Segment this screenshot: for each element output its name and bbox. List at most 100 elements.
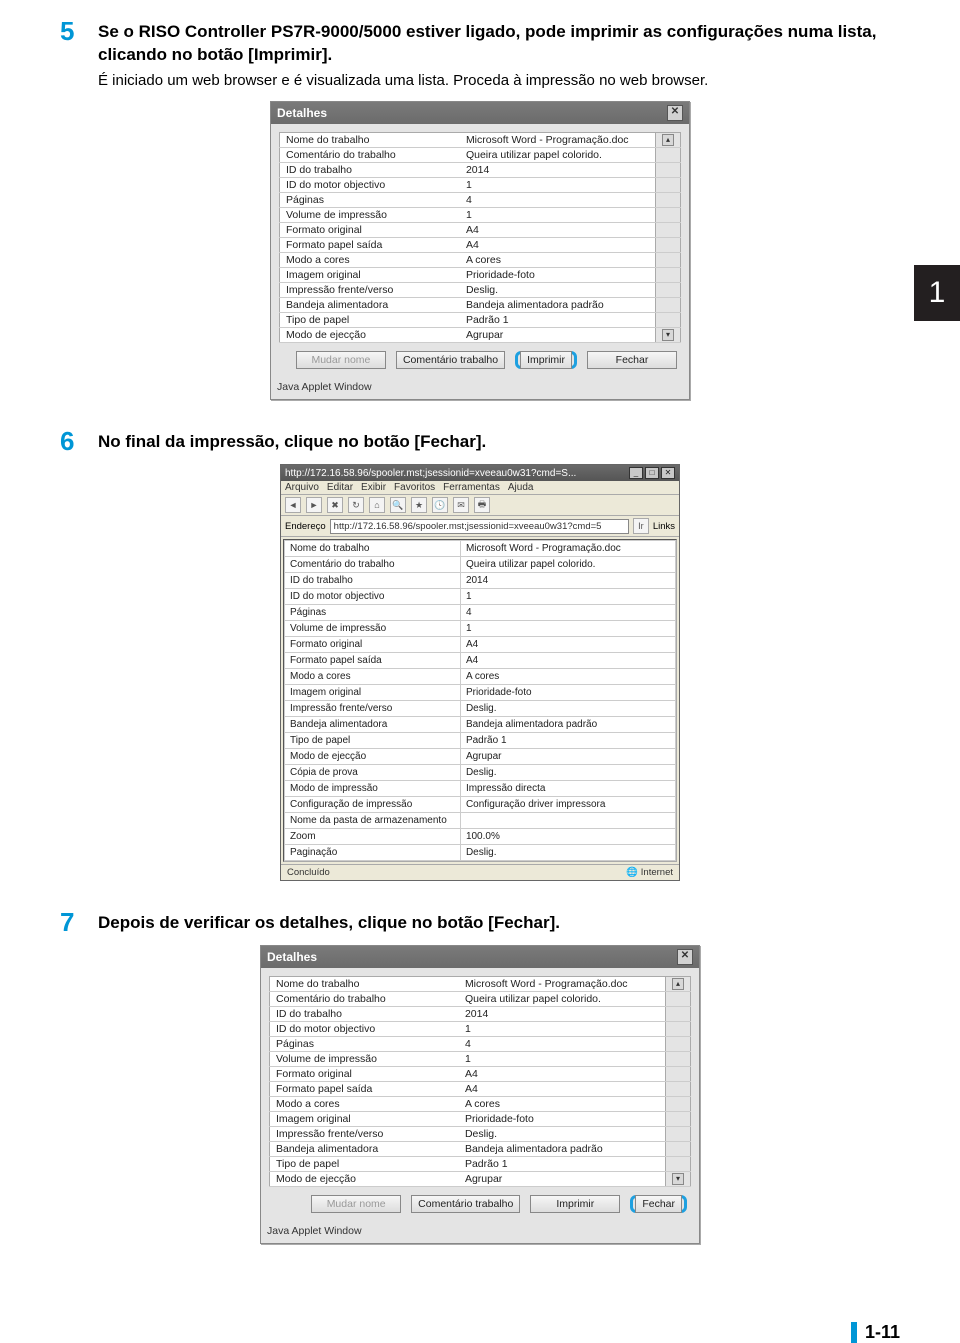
row-value: Microsoft Word - Programação.doc [460, 133, 656, 148]
table-row: Impressão frente/versoDeslig. [270, 1127, 691, 1142]
table-row: Formato originalA4 [280, 223, 681, 238]
step-7-number: 7 [60, 909, 84, 935]
row-value: 4 [460, 605, 675, 621]
row-value: Padrão 1 [459, 1157, 666, 1172]
scroll-up-icon[interactable]: ▴ [672, 978, 684, 990]
browser-menu-item[interactable]: Exibir [361, 482, 386, 493]
table-row: Imagem originalPrioridade-foto [285, 685, 676, 701]
scrollbar-cell [666, 1112, 691, 1127]
rename-button[interactable]: Mudar nome [296, 351, 386, 369]
scroll-up-icon[interactable]: ▴ [662, 134, 674, 146]
print-button[interactable]: Imprimir [520, 351, 572, 369]
row-key: Modo de ejecção [270, 1172, 459, 1187]
scrollbar-cell: ▾ [656, 328, 681, 343]
details-dialog-1: Detalhes ✕ Nome do trabalhoMicrosoft Wor… [270, 101, 690, 400]
row-key: Imagem original [280, 268, 460, 283]
print-button[interactable]: Imprimir [530, 1195, 620, 1213]
scrollbar-cell [656, 268, 681, 283]
row-key: Volume de impressão [280, 208, 460, 223]
row-key: Configuração de impressão [285, 797, 461, 813]
table-row: PaginaçãoDeslig. [285, 845, 676, 861]
mail-icon[interactable]: ✉ [453, 497, 469, 513]
scrollbar-cell [666, 1142, 691, 1157]
close-icon[interactable]: ✕ [677, 949, 693, 965]
scroll-down-icon[interactable]: ▾ [662, 329, 674, 341]
print-icon[interactable]: 🖶 [474, 497, 490, 513]
browser-toolbar: ◄ ► ✖ ↻ ⌂ 🔍 ★ 🕓 ✉ 🖶 [281, 495, 679, 516]
row-key: Impressão frente/verso [285, 701, 461, 717]
step-5-number: 5 [60, 18, 84, 91]
go-button[interactable]: Ir [633, 518, 649, 534]
table-row: ID do motor objectivo1 [280, 178, 681, 193]
back-icon[interactable]: ◄ [285, 497, 301, 513]
row-value: 1 [459, 1022, 666, 1037]
row-key: ID do trabalho [280, 163, 460, 178]
row-value: Deslig. [460, 845, 675, 861]
row-key: Modo a cores [270, 1097, 459, 1112]
minimize-icon[interactable]: _ [629, 467, 643, 479]
browser-menu-item[interactable]: Ferramentas [443, 482, 500, 493]
table-row: ID do motor objectivo1 [285, 589, 676, 605]
step-6-number: 6 [60, 428, 84, 454]
refresh-icon[interactable]: ↻ [348, 497, 364, 513]
row-value: Agrupar [460, 749, 675, 765]
browser-menu-item[interactable]: Arquivo [285, 482, 319, 493]
home-icon[interactable]: ⌂ [369, 497, 385, 513]
browser-menu-item[interactable]: Favoritos [394, 482, 435, 493]
browser-menu-item[interactable]: Ajuda [508, 482, 534, 493]
scrollbar-cell [666, 1097, 691, 1112]
table-row: Zoom100.0% [285, 829, 676, 845]
table-row: Configuração de impressãoConfiguração dr… [285, 797, 676, 813]
scrollbar-cell: ▴ [656, 133, 681, 148]
table-row: Modo de ejecçãoAgrupar [285, 749, 676, 765]
close-icon[interactable]: ✕ [661, 467, 675, 479]
close-icon[interactable]: ✕ [667, 105, 683, 121]
row-key: ID do motor objectivo [280, 178, 460, 193]
table-row: Comentário do trabalhoQueira utilizar pa… [285, 557, 676, 573]
step-7-title: Depois de verificar os detalhes, clique … [98, 912, 900, 935]
table-row: Páginas4 [285, 605, 676, 621]
forward-icon[interactable]: ► [306, 497, 322, 513]
row-value: A4 [459, 1067, 666, 1082]
row-key: Imagem original [285, 685, 461, 701]
scrollbar-cell [656, 193, 681, 208]
stop-icon[interactable]: ✖ [327, 497, 343, 513]
row-key: Nome do trabalho [285, 541, 461, 557]
table-row: Impressão frente/versoDeslig. [280, 283, 681, 298]
scroll-down-icon[interactable]: ▾ [672, 1173, 684, 1185]
row-value: Deslig. [459, 1127, 666, 1142]
browser-menu: Arquivo Editar Exibir Favoritos Ferramentas A… [281, 481, 679, 495]
close-button[interactable]: Fechar [587, 351, 677, 369]
scrollbar-cell [656, 298, 681, 313]
row-value: 1 [460, 178, 656, 193]
rename-button[interactable]: Mudar nome [311, 1195, 401, 1213]
page-number: 1-11 [851, 1322, 900, 1343]
history-icon[interactable]: 🕓 [432, 497, 448, 513]
search-icon[interactable]: 🔍 [390, 497, 406, 513]
scrollbar-cell [656, 238, 681, 253]
status-zone: Internet [641, 867, 673, 878]
row-key: ID do motor objectivo [285, 589, 461, 605]
address-input[interactable]: http://172.16.58.96/spooler.mst;jsession… [330, 519, 629, 534]
links-label: Links [653, 521, 675, 532]
row-key: Formato original [285, 637, 461, 653]
row-value: A cores [460, 253, 656, 268]
table-row: Tipo de papelPadrão 1 [285, 733, 676, 749]
maximize-icon[interactable]: □ [645, 467, 659, 479]
row-key: Modo a cores [285, 669, 461, 685]
row-key: Volume de impressão [270, 1052, 459, 1067]
close-button[interactable]: Fechar [635, 1195, 682, 1213]
comment-button[interactable]: Comentário trabalho [411, 1195, 520, 1213]
comment-button[interactable]: Comentário trabalho [396, 351, 505, 369]
table-row: Impressão frente/versoDeslig. [285, 701, 676, 717]
table-row: Formato originalA4 [285, 637, 676, 653]
close-highlight: Fechar [630, 1195, 687, 1213]
favorites-icon[interactable]: ★ [411, 497, 427, 513]
row-value: 1 [460, 589, 675, 605]
browser-menu-item[interactable]: Editar [327, 482, 353, 493]
row-value: A4 [459, 1082, 666, 1097]
row-value: 1 [460, 621, 675, 637]
row-value: Bandeja alimentadora padrão [460, 717, 675, 733]
row-value: A4 [460, 223, 656, 238]
scrollbar-cell: ▾ [666, 1172, 691, 1187]
